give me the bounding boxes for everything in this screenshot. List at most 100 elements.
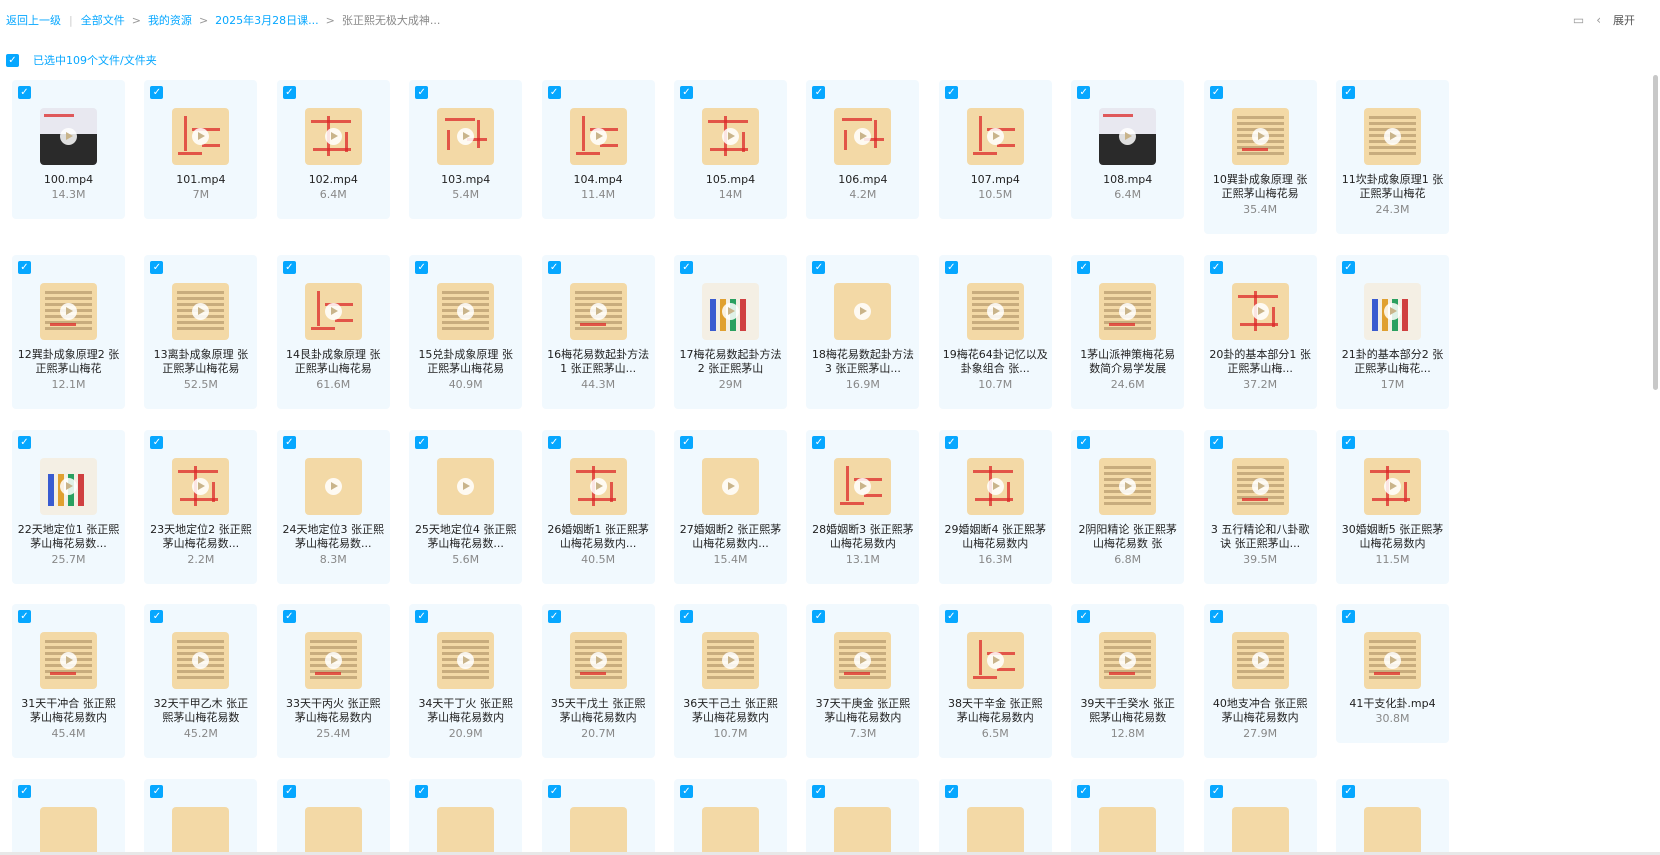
file-card[interactable]: ✓ xyxy=(1071,779,1185,855)
file-card[interactable]: ✓ 105.mp4 14M xyxy=(674,80,787,219)
file-checkbox[interactable]: ✓ xyxy=(1209,610,1223,624)
file-checkbox[interactable]: ✓ xyxy=(1209,785,1223,799)
chevron-left-icon[interactable]: ‹ xyxy=(1596,13,1601,27)
file-checkbox[interactable]: ✓ xyxy=(944,86,958,99)
file-checkbox[interactable]: ✓ xyxy=(680,610,693,624)
file-checkbox[interactable]: ✓ xyxy=(18,260,31,274)
file-card[interactable]: ✓ 18梅花易数起卦方法3 张正熙茅山... 16.9M xyxy=(806,254,920,409)
file-checkbox[interactable]: ✓ xyxy=(1077,86,1091,99)
file-card[interactable]: ✓ 3 五行精论和八卦歌诀 张正熙茅山... 39.5M xyxy=(1203,429,1317,584)
file-card[interactable]: ✓ 34天干丁火 张正熙茅山梅花易数内 20.9M xyxy=(409,604,523,759)
file-card[interactable]: ✓ 23天地定位2 张正熙茅山梅花易数... 2.2M xyxy=(144,429,258,584)
file-card[interactable]: ✓ 25天地定位4 张正熙茅山梅花易数... 5.6M xyxy=(409,429,523,584)
file-checkbox[interactable]: ✓ xyxy=(282,86,296,99)
file-card[interactable]: ✓ 1茅山派神策梅花易数简介易学发展 24.6M xyxy=(1071,254,1185,409)
file-checkbox[interactable]: ✓ xyxy=(1342,435,1355,449)
file-card[interactable]: ✓ 108.mp4 6.4M xyxy=(1071,80,1185,219)
file-card[interactable]: ✓ 41干支化卦.mp4 30.8M xyxy=(1336,604,1449,744)
file-card[interactable]: ✓ 101.mp4 7M xyxy=(144,80,258,219)
file-card[interactable]: ✓ 30婚姻断5 张正熙茅山梅花易数内 11.5M xyxy=(1336,429,1449,584)
select-all-checkbox[interactable]: ✓ xyxy=(6,53,19,67)
file-card[interactable]: ✓ xyxy=(541,779,655,855)
file-card[interactable]: ✓ 28婚姻断3 张正熙茅山梅花易数内 13.1M xyxy=(806,429,920,584)
file-card[interactable]: ✓ 27婚姻断2 张正熙茅山梅花易数内... 15.4M xyxy=(674,429,787,584)
file-checkbox[interactable]: ✓ xyxy=(1077,785,1091,799)
file-checkbox[interactable]: ✓ xyxy=(812,86,826,99)
file-card[interactable]: ✓ 11坎卦成象原理1 张正熙茅山梅花 24.3M xyxy=(1336,80,1449,234)
file-card[interactable]: ✓ xyxy=(806,779,920,855)
file-card[interactable]: ✓ 19梅花64卦记忆以及卦象组合 张... 10.7M xyxy=(938,254,1052,409)
file-card[interactable]: ✓ 106.mp4 4.2M xyxy=(806,80,920,219)
file-checkbox[interactable]: ✓ xyxy=(282,260,296,274)
file-card[interactable]: ✓ 14艮卦成象原理 张正熙茅山梅花易 61.6M xyxy=(276,254,390,409)
file-card[interactable]: ✓ 12巽卦成象原理2 张正熙茅山梅花 12.1M xyxy=(12,254,125,409)
file-card[interactable]: ✓ 107.mp4 10.5M xyxy=(938,80,1052,219)
file-card[interactable]: ✓ xyxy=(1336,779,1449,855)
file-card[interactable]: ✓ 104.mp4 11.4M xyxy=(541,80,655,219)
file-card[interactable]: ✓ xyxy=(144,779,258,855)
file-card[interactable]: ✓ 15兑卦成象原理 张正熙茅山梅花易 40.9M xyxy=(409,254,523,409)
file-card[interactable]: ✓ 10巽卦成象原理 张正熙茅山梅花易 35.4M xyxy=(1203,80,1317,234)
file-checkbox[interactable]: ✓ xyxy=(944,435,958,449)
file-checkbox[interactable]: ✓ xyxy=(415,610,429,624)
file-checkbox[interactable]: ✓ xyxy=(282,610,296,624)
file-card[interactable]: ✓ 102.mp4 6.4M xyxy=(276,80,390,219)
file-checkbox[interactable]: ✓ xyxy=(1342,785,1355,799)
file-checkbox[interactable]: ✓ xyxy=(1342,86,1355,99)
file-card[interactable]: ✓ 40地支冲合 张正熙茅山梅花易数内 27.9M xyxy=(1203,604,1317,759)
file-card[interactable]: ✓ 24天地定位3 张正熙茅山梅花易数... 8.3M xyxy=(276,429,390,584)
file-checkbox[interactable]: ✓ xyxy=(1209,260,1223,274)
file-card[interactable]: ✓ xyxy=(674,779,787,855)
file-card[interactable]: ✓ xyxy=(276,779,390,855)
file-card[interactable]: ✓ 36天干己土 张正熙茅山梅花易数内 10.7M xyxy=(674,604,787,759)
file-card[interactable]: ✓ 21卦的基本部分2 张正熙茅山梅花... 17M xyxy=(1336,254,1449,409)
file-card[interactable]: ✓ 29婚姻断4 张正熙茅山梅花易数内 16.3M xyxy=(938,429,1052,584)
file-checkbox[interactable]: ✓ xyxy=(812,610,826,624)
breadcrumb-course-folder[interactable]: 2025年3月28日课... xyxy=(215,12,318,28)
file-checkbox[interactable]: ✓ xyxy=(944,785,958,799)
file-checkbox[interactable]: ✓ xyxy=(812,785,826,799)
file-checkbox[interactable]: ✓ xyxy=(547,785,561,799)
breadcrumb-all-files[interactable]: 全部文件 xyxy=(81,12,125,28)
file-checkbox[interactable]: ✓ xyxy=(150,86,164,99)
file-checkbox[interactable]: ✓ xyxy=(1077,610,1091,624)
file-checkbox[interactable]: ✓ xyxy=(680,86,693,99)
file-checkbox[interactable]: ✓ xyxy=(812,435,826,449)
file-card[interactable]: ✓ 37天干庚金 张正熙茅山梅花易数内 7.3M xyxy=(806,604,920,759)
file-checkbox[interactable]: ✓ xyxy=(415,86,429,99)
back-link[interactable]: 返回上一级 xyxy=(6,12,61,28)
expand-button[interactable]: 展开 xyxy=(1613,12,1635,28)
breadcrumb-my-resources[interactable]: 我的资源 xyxy=(148,12,192,28)
file-checkbox[interactable]: ✓ xyxy=(415,260,429,274)
file-card[interactable]: ✓ xyxy=(1203,779,1317,855)
file-card[interactable]: ✓ 33天干丙火 张正熙茅山梅花易数内 25.4M xyxy=(276,604,390,759)
file-checkbox[interactable]: ✓ xyxy=(1342,260,1355,274)
file-checkbox[interactable]: ✓ xyxy=(1077,260,1091,274)
view-mode-icon[interactable]: ▭ xyxy=(1573,13,1584,27)
file-checkbox[interactable]: ✓ xyxy=(944,610,958,624)
file-checkbox[interactable]: ✓ xyxy=(547,86,561,99)
file-card[interactable]: ✓ 39天干壬癸水 张正熙茅山梅花易数 12.8M xyxy=(1071,604,1185,759)
file-checkbox[interactable]: ✓ xyxy=(415,435,429,449)
file-checkbox[interactable]: ✓ xyxy=(415,785,429,799)
file-checkbox[interactable]: ✓ xyxy=(680,260,693,274)
file-checkbox[interactable]: ✓ xyxy=(150,785,164,799)
file-checkbox[interactable]: ✓ xyxy=(547,435,561,449)
file-card[interactable]: ✓ 26婚姻断1 张正熙茅山梅花易数内... 40.5M xyxy=(541,429,655,584)
file-checkbox[interactable]: ✓ xyxy=(1342,610,1355,624)
file-card[interactable]: ✓ 100.mp4 14.3M xyxy=(12,80,125,219)
file-checkbox[interactable]: ✓ xyxy=(680,435,693,449)
file-checkbox[interactable]: ✓ xyxy=(282,785,296,799)
file-checkbox[interactable]: ✓ xyxy=(150,435,164,449)
file-card[interactable]: ✓ xyxy=(12,779,125,855)
file-checkbox[interactable]: ✓ xyxy=(150,260,164,274)
file-card[interactable]: ✓ 35天干戊土 张正熙茅山梅花易数内 20.7M xyxy=(541,604,655,759)
file-card[interactable]: ✓ 32天干甲乙木 张正熙茅山梅花易数 45.2M xyxy=(144,604,258,759)
file-card[interactable]: ✓ 17梅花易数起卦方法2 张正熙茅山 29M xyxy=(674,254,787,409)
file-checkbox[interactable]: ✓ xyxy=(18,435,31,449)
file-checkbox[interactable]: ✓ xyxy=(680,785,693,799)
file-card[interactable]: ✓ 13离卦成象原理 张正熙茅山梅花易 52.5M xyxy=(144,254,258,409)
file-checkbox[interactable]: ✓ xyxy=(812,260,826,274)
file-checkbox[interactable]: ✓ xyxy=(1209,86,1223,99)
file-card[interactable]: ✓ 22天地定位1 张正熙茅山梅花易数... 25.7M xyxy=(12,429,125,584)
